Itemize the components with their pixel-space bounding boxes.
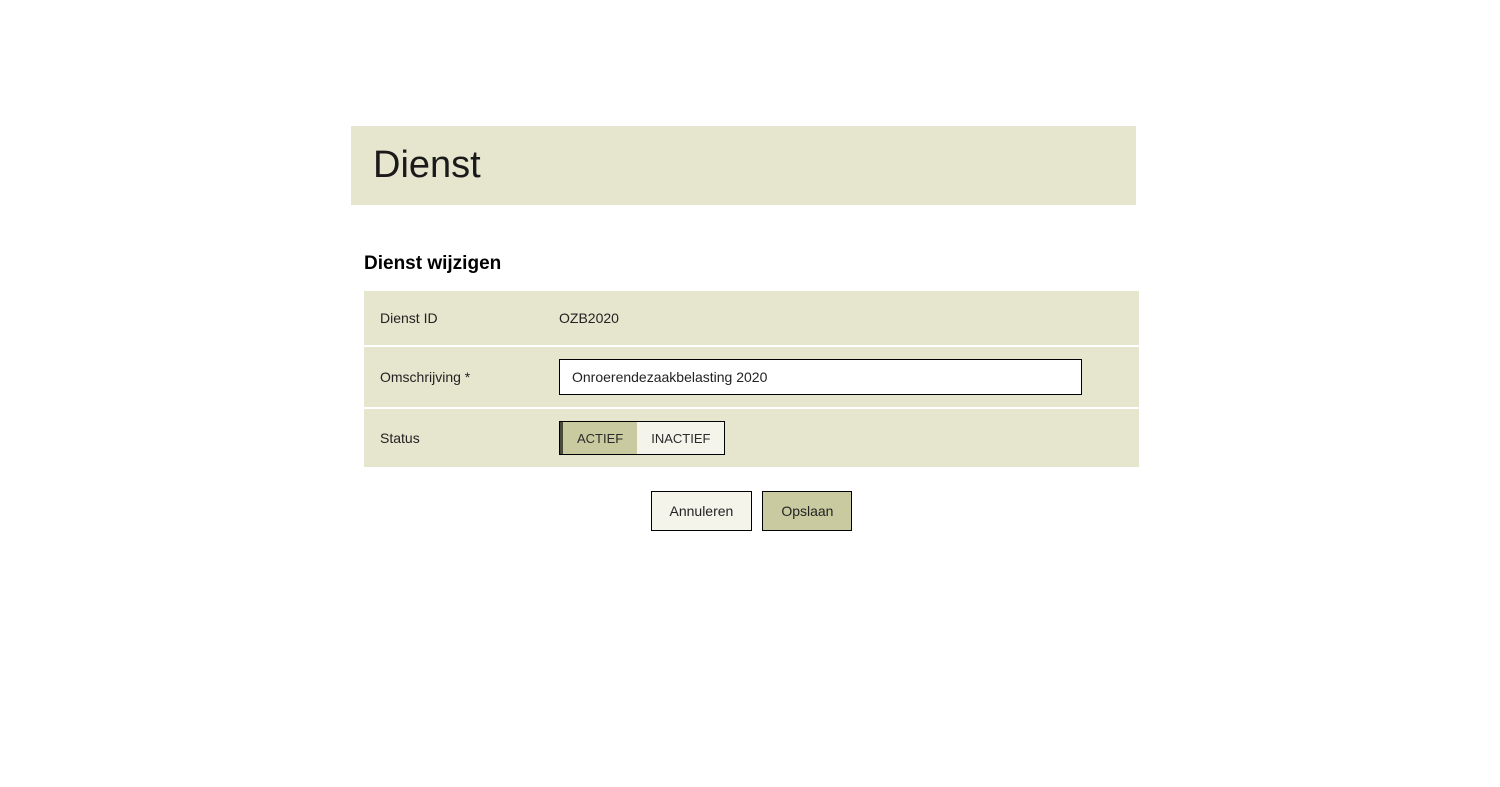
form-container: Dienst Dienst wijzigen Dienst ID OZB2020…: [351, 126, 1136, 531]
label-status: Status: [364, 409, 559, 467]
omschrijving-input[interactable]: [559, 359, 1082, 395]
row-status: Status ACTIEF INACTIEF: [364, 409, 1139, 467]
cancel-button[interactable]: Annuleren: [651, 491, 753, 531]
header-bar: Dienst: [351, 126, 1136, 205]
status-toggle-group: ACTIEF INACTIEF: [559, 421, 725, 455]
action-row: Annuleren Opslaan: [364, 491, 1139, 531]
label-dienst-id: Dienst ID: [364, 291, 559, 345]
label-omschrijving: Omschrijving *: [364, 347, 559, 407]
page-title: Dienst: [373, 144, 1114, 187]
form-table: Dienst ID OZB2020 Omschrijving * Status …: [364, 289, 1139, 469]
status-active-button[interactable]: ACTIEF: [560, 422, 637, 454]
status-inactive-button[interactable]: INACTIEF: [637, 422, 724, 454]
save-button[interactable]: Opslaan: [762, 491, 852, 531]
value-dienst-id: OZB2020: [559, 310, 619, 326]
row-omschrijving: Omschrijving *: [364, 347, 1139, 407]
section-title: Dienst wijzigen: [364, 253, 1136, 275]
row-dienst-id: Dienst ID OZB2020: [364, 291, 1139, 345]
